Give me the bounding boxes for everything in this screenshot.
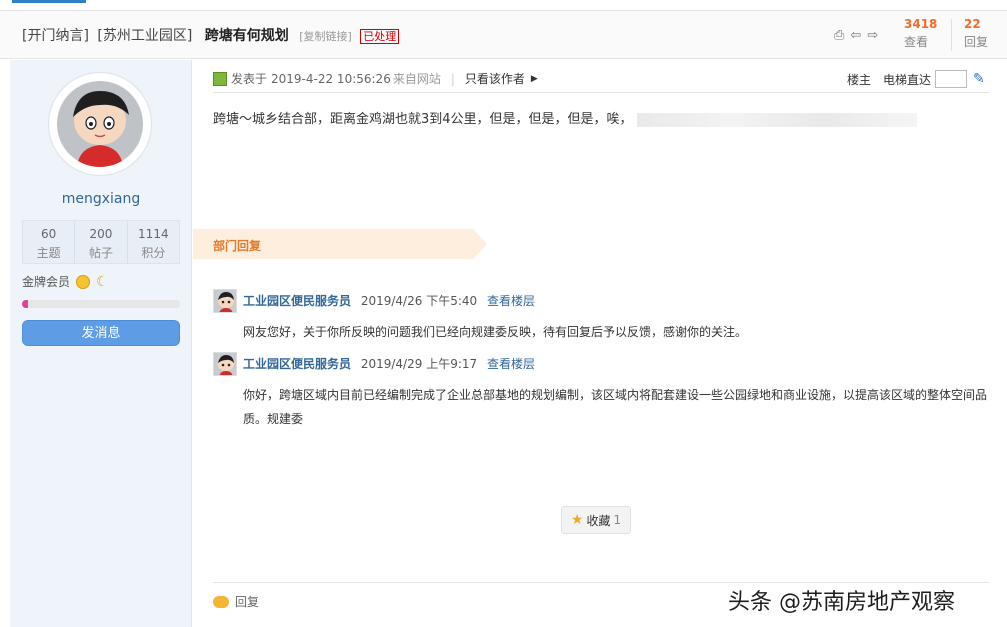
views-count: 3418 xyxy=(904,17,938,31)
stat-threads[interactable]: 60 主题 xyxy=(23,221,76,263)
triangle-right-icon: ▶ xyxy=(530,73,538,84)
stat-threads-label: 主题 xyxy=(36,246,61,260)
moon-icon: ☾ xyxy=(96,273,109,290)
replies-label: 回复 xyxy=(964,35,989,49)
author-stats: 60 主题 200 帖子 1114 积分 xyxy=(22,220,180,264)
dept-reply-title: 部门回复 xyxy=(213,239,262,253)
star-icon: ★ xyxy=(570,512,584,528)
author-sidebar: mengxiang 60 主题 200 帖子 1114 积分 金牌会员 ☾ 发消… xyxy=(10,60,192,627)
print-icon[interactable]: ⎙ xyxy=(834,28,844,43)
speech-bubble-icon xyxy=(213,595,229,608)
meta-divider xyxy=(213,92,989,93)
medal-icon xyxy=(76,274,91,289)
dept-reply-banner: 部门回复 xyxy=(193,229,487,259)
reply-avatar[interactable] xyxy=(213,289,237,313)
avatar[interactable] xyxy=(48,72,152,176)
send-message-button[interactable]: 发消息 xyxy=(22,320,180,346)
member-label[interactable]: 金牌会员 xyxy=(22,273,70,290)
stat-threads-value: 60 xyxy=(41,227,57,241)
redacted-text xyxy=(636,112,917,127)
thread-title: [开门纳言] [苏州工业园区] 跨塘有何规划 [复制链接] 已处理 xyxy=(22,25,400,45)
stat-points-label: 积分 xyxy=(141,246,166,260)
top-accent-bar xyxy=(12,0,86,3)
forum-tag-sip[interactable]: [苏州工业园区] xyxy=(97,28,192,44)
reply-body: 你好，跨塘区域内目前已经编制完成了企业总部基地的规划编制，该区域内将配套建设一些… xyxy=(243,388,988,426)
next-thread-icon[interactable]: ⇨ xyxy=(867,28,878,43)
view-floor-link[interactable]: 查看楼层 xyxy=(487,357,535,371)
stat-points[interactable]: 1114 积分 xyxy=(128,221,179,263)
reply-body: 网友您好，关于你所反映的问题我们已经向规建委反映，待有回复后予以反馈，感谢你的关… xyxy=(243,325,748,339)
posted-time: 2019-4-22 10:56:26 xyxy=(271,71,391,86)
replies-count: 22 xyxy=(964,17,981,31)
forum-tag-kaimen[interactable]: [开门纳言] xyxy=(22,28,89,44)
reply-avatar[interactable] xyxy=(213,352,237,376)
copy-link-button[interactable]: [复制链接] xyxy=(299,30,352,43)
avatar-image xyxy=(57,81,143,167)
view-floor-link[interactable]: 查看楼层 xyxy=(487,294,535,308)
stat-divider xyxy=(951,19,952,51)
bottom-divider xyxy=(213,582,989,583)
status-badge: 已处理 xyxy=(360,29,400,44)
wrench-icon[interactable]: ✎ xyxy=(973,71,985,87)
reply-head: 工业园区便民服务员 2019/4/26 下午5:40 查看楼层 xyxy=(243,292,535,309)
reply-date: 2019/4/26 下午5:40 xyxy=(360,294,478,308)
views-stat: 3418 查看 xyxy=(904,17,937,50)
level-progress-fill xyxy=(22,300,29,308)
posted-source: 来自网站 xyxy=(392,72,441,86)
stat-posts[interactable]: 200 帖子 xyxy=(75,221,128,263)
watermark: 头条 @苏南房地产观察 xyxy=(728,590,955,615)
stat-points-value: 1114 xyxy=(138,227,169,241)
floor-jump-input[interactable] xyxy=(935,70,968,88)
banner-tip xyxy=(473,229,487,259)
favorite-label: 收藏 xyxy=(586,513,611,528)
header-icons: ⎙ ⇦ ⇨ xyxy=(834,28,878,43)
posted-prefix: 发表于 xyxy=(231,72,268,86)
reply-author[interactable]: 工业园区便民服务员 xyxy=(243,357,351,371)
thread-header: [开门纳言] [苏州工业园区] 跨塘有何规划 [复制链接] 已处理 ⎙ ⇦ ⇨ … xyxy=(0,11,1007,59)
author-only-link[interactable]: 只看该作者 xyxy=(465,70,525,87)
floor-label: 楼主 xyxy=(847,72,872,87)
post-meta: 发表于 2019-4-22 10:56:26 来自网站 | 只看该作者 ▶ xyxy=(213,70,538,87)
reply-action-label: 回复 xyxy=(235,595,260,609)
favorite-count: 1 xyxy=(613,513,622,527)
floor-controls: 楼主 电梯直达 ✎ xyxy=(847,70,985,88)
reply-action[interactable]: 回复 xyxy=(213,593,259,610)
meta-separator: | xyxy=(450,71,455,86)
prev-thread-icon[interactable]: ⇦ xyxy=(850,28,861,43)
author-username[interactable]: mengxiang xyxy=(10,191,192,207)
reply-date: 2019/4/29 上午9:17 xyxy=(360,357,478,371)
views-label: 查看 xyxy=(904,35,929,49)
reply-head: 工业园区便民服务员 2019/4/29 上午9:17 查看楼层 xyxy=(243,355,535,372)
thread-subject: 跨塘有何规划 xyxy=(204,28,289,44)
favorite-button[interactable]: ★ 收藏 1 xyxy=(561,506,631,534)
stat-posts-value: 200 xyxy=(89,227,113,241)
replies-stat: 22 回复 xyxy=(964,17,988,50)
member-level: 金牌会员 ☾ xyxy=(22,273,109,290)
reply-author[interactable]: 工业园区便民服务员 xyxy=(243,294,351,308)
level-progress-bar xyxy=(22,300,180,308)
post-content: 跨塘～城乡结合部，距离金鸡湖也就3到4公里，但是，但是，但是，唉， xyxy=(213,108,917,127)
stat-posts-label: 帖子 xyxy=(88,246,113,260)
jump-label: 电梯直达 xyxy=(883,72,932,87)
post-text: 跨塘～城乡结合部，距离金鸡湖也就3到4公里，但是，但是，但是，唉， xyxy=(213,112,633,127)
post-icon xyxy=(213,71,227,86)
